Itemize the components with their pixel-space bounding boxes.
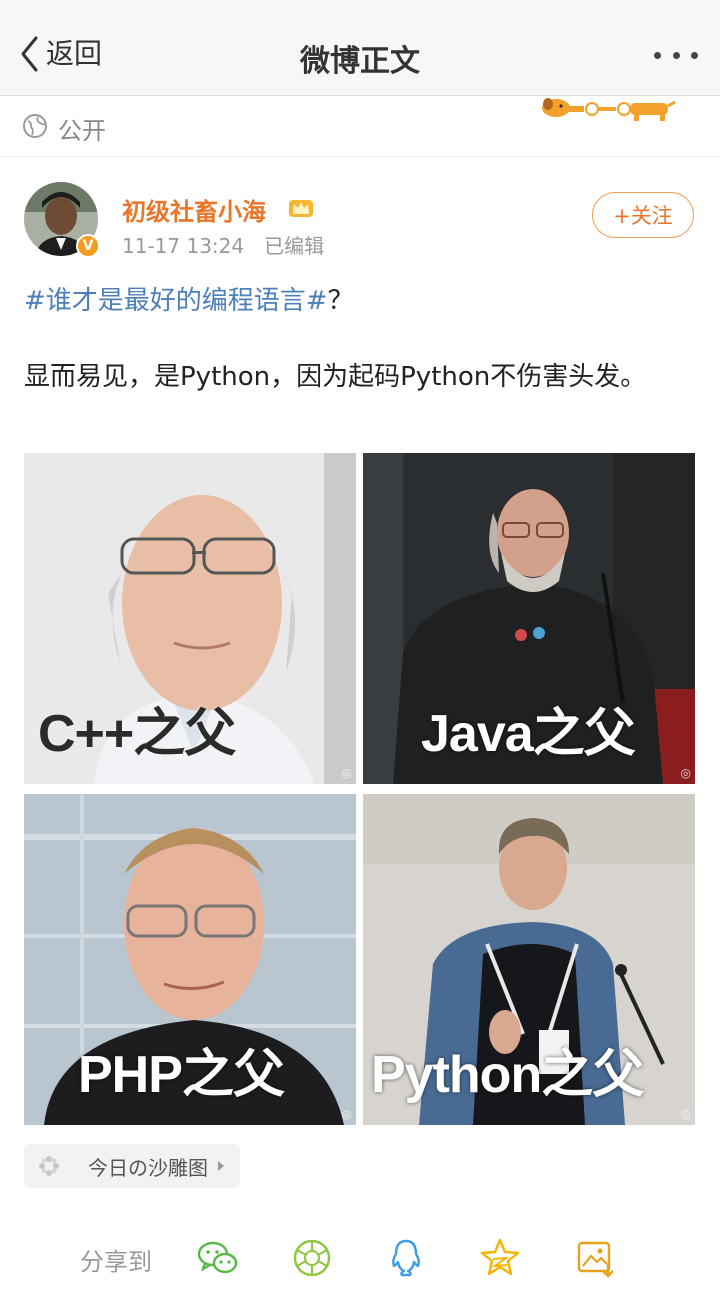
edited-label: 已编辑 <box>264 234 325 258</box>
moments-icon[interactable] <box>290 1236 334 1280</box>
post-hashtag-line: #谁才是最好的编程语言#？ <box>24 280 354 317</box>
post-image-3[interactable]: PHP之父 ◎ <box>24 794 356 1125</box>
author-name[interactable]: 初级社畜小海 <box>122 192 266 227</box>
crown-icon <box>289 200 313 217</box>
supertopic-icon <box>39 1156 59 1176</box>
weibo-watermark-icon: ◎ <box>680 766 691 780</box>
image-caption: PHP之父 <box>78 1046 285 1104</box>
topic-chip[interactable]: 今日の沙雕图 <box>24 1144 240 1188</box>
image-caption: Java之父 <box>421 705 636 763</box>
weibo-watermark-icon: ◎ <box>341 766 352 780</box>
qzone-icon[interactable] <box>478 1236 522 1280</box>
post-content: 显而易见，是Python，因为起码Python不伤害头发。 <box>24 362 647 392</box>
post-meta: 11-17 13:24 已编辑 <box>122 230 324 259</box>
more-options-button[interactable] <box>654 44 698 66</box>
hashtag-suffix: ？ <box>327 286 354 316</box>
post-image-2[interactable]: Java之父 ◎ <box>363 453 695 784</box>
dot-icon <box>691 51 698 59</box>
topic-label: 今日の沙雕图 <box>88 1155 208 1180</box>
wechat-icon[interactable] <box>196 1236 240 1280</box>
dot-icon <box>654 51 661 59</box>
qq-icon[interactable] <box>384 1236 428 1280</box>
chevron-right-icon <box>218 1161 224 1171</box>
weibo-watermark-icon: ◎ <box>680 1107 691 1121</box>
post-time: 11-17 13:24 <box>122 234 245 258</box>
dot-icon <box>672 51 680 59</box>
share-label: 分享到 <box>80 1248 152 1276</box>
sausage-dog-sticker-icon <box>542 98 676 121</box>
image-caption: Python之父 <box>371 1046 644 1104</box>
follow-button[interactable]: +关注 <box>592 192 694 238</box>
weibo-watermark-icon: ◎ <box>341 1107 352 1121</box>
image-caption: C++之父 <box>38 705 236 763</box>
nav-bar: 返回 微博正文 <box>0 0 720 96</box>
visibility-label: 公开 <box>58 117 106 145</box>
hashtag-link[interactable]: #谁才是最好的编程语言# <box>24 286 328 316</box>
page-title: 微博正文 <box>300 44 420 79</box>
post-image-1[interactable]: C++之父 ◎ <box>24 453 356 784</box>
globe-icon <box>23 114 47 138</box>
verified-badge-icon: V <box>76 234 100 258</box>
save-image-icon[interactable] <box>574 1236 618 1280</box>
post-image-4[interactable]: Python之父 ◎ <box>363 794 695 1125</box>
